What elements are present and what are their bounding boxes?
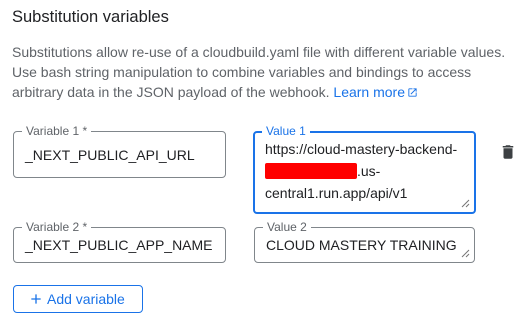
trash-icon[interactable]: [499, 143, 515, 161]
plus-icon: [31, 294, 41, 304]
variable-1-name-label: Variable 1 *: [22, 124, 92, 138]
variable-1-value-field[interactable]: Value 1 https://cloud-mastery-backend- .…: [253, 124, 476, 214]
variable-1-name-value: _NEXT_PUBLIC_API_URL: [25, 147, 195, 163]
variable-2-name-value: _NEXT_PUBLIC_APP_NAME: [25, 237, 213, 253]
value-line-2-text: .us-: [357, 163, 381, 179]
value-line-3: central1.run.app/api/v1: [265, 185, 408, 201]
variable-2-value-label: Value 2: [263, 220, 311, 234]
value-line-1: https://cloud-mastery-backend-: [265, 141, 458, 157]
add-variable-button[interactable]: Add variable: [13, 285, 143, 313]
value-line-2: .us-: [265, 160, 457, 182]
redacted-block: [265, 163, 357, 179]
variable-2-value-text: CLOUD MASTERY TRAINING: [266, 237, 457, 253]
section-description: Substitutions allow re-use of a cloudbui…: [12, 42, 507, 102]
description-text: Substitutions allow re-use of a cloudbui…: [12, 44, 506, 100]
resize-grip-icon[interactable]: [461, 249, 470, 258]
variable-2-value-field[interactable]: Value 2 CLOUD MASTERY TRAINING: [254, 220, 475, 263]
variable-2-name-field[interactable]: Variable 2 * _NEXT_PUBLIC_APP_NAME: [13, 220, 226, 263]
learn-more-label: Learn more: [333, 84, 405, 100]
open-in-new-icon: [408, 88, 417, 97]
resize-grip-icon[interactable]: [461, 199, 470, 208]
section-title: Substitution variables: [12, 8, 169, 26]
variable-1-value-label: Value 1: [262, 124, 310, 138]
variable-1-name-field[interactable]: Variable 1 * _NEXT_PUBLIC_API_URL: [13, 124, 226, 178]
variable-2-name-label: Variable 2 *: [22, 220, 92, 234]
add-variable-label: Add variable: [47, 291, 125, 307]
learn-more-link[interactable]: Learn more: [333, 84, 418, 100]
variable-1-value-text: https://cloud-mastery-backend- .us- cent…: [265, 138, 457, 204]
